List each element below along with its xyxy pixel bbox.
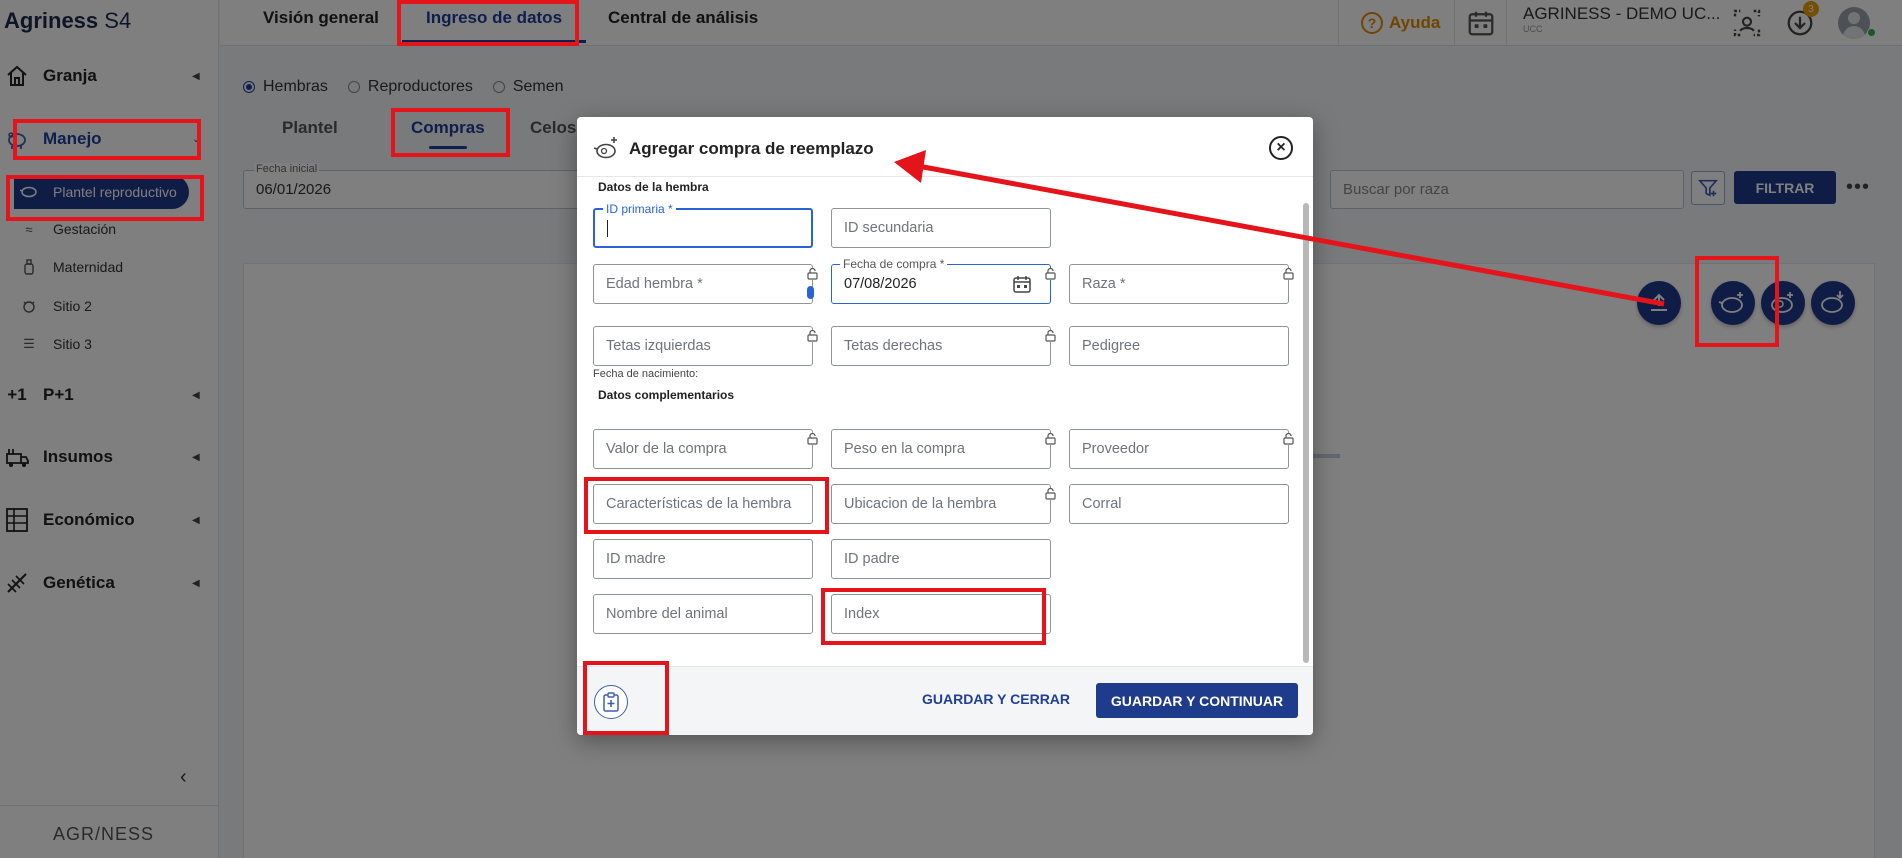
annotation-arrow: [894, 150, 1665, 307]
